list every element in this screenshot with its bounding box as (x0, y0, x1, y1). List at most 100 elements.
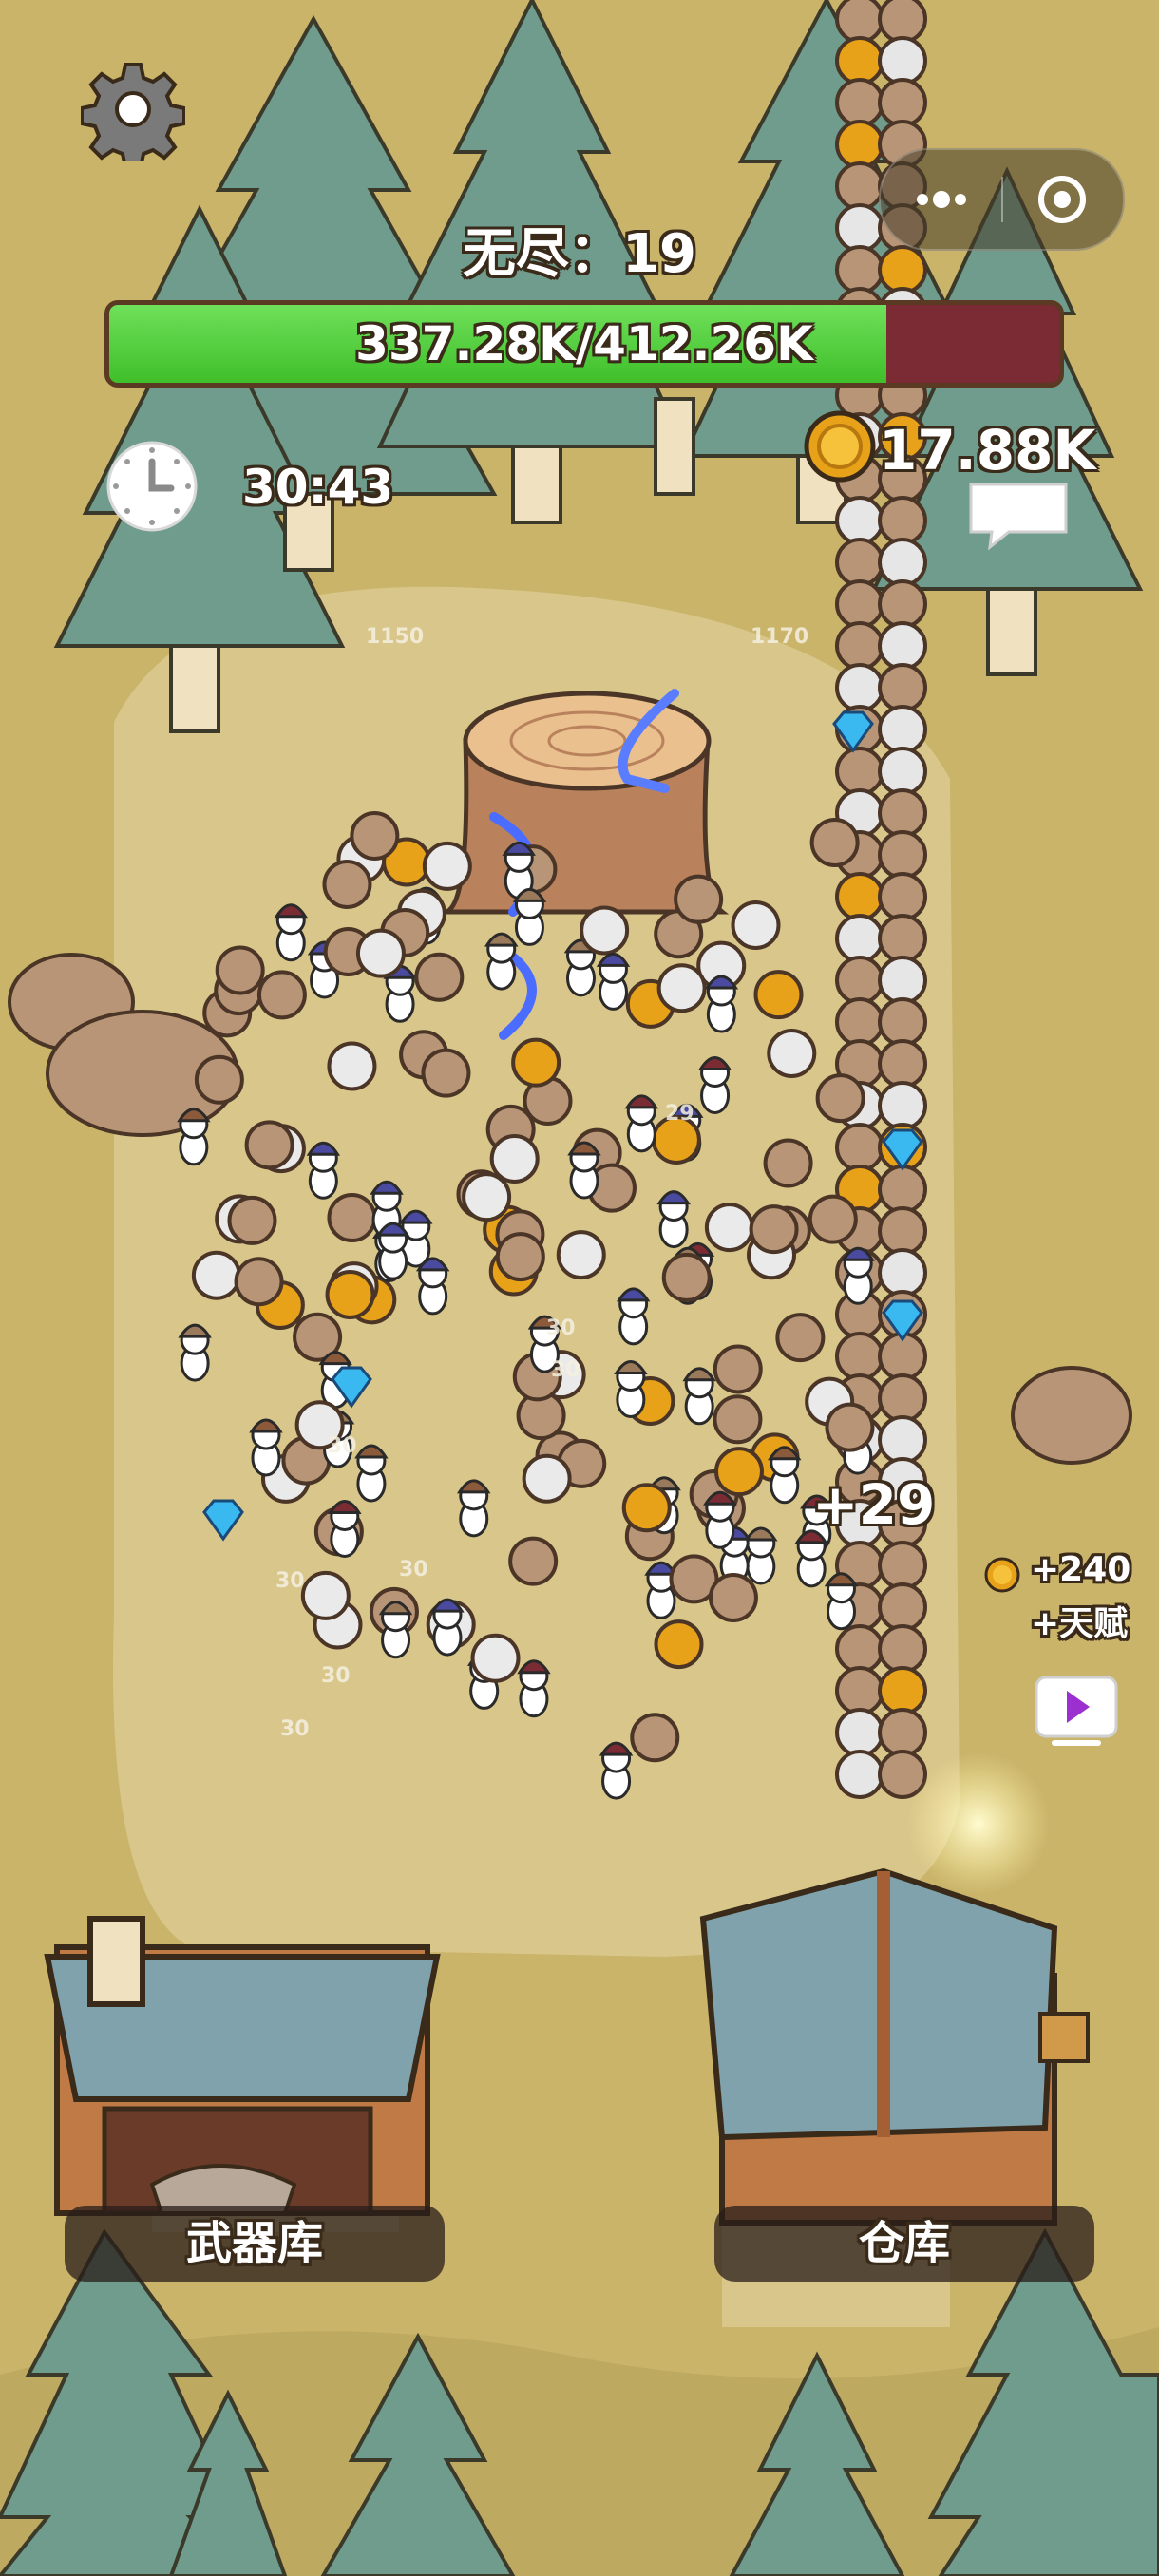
log-token (712, 1394, 763, 1445)
log-token (835, 0, 884, 44)
log-token (191, 1250, 241, 1300)
log-token (835, 872, 884, 921)
lumberjack-character (375, 1222, 410, 1280)
log-token (878, 747, 927, 796)
log-token (878, 1708, 927, 1757)
log-token (713, 1447, 764, 1497)
lumberjack-character (596, 952, 631, 1011)
log-token (355, 928, 406, 978)
log-token (878, 788, 927, 838)
damage-number: 30 (546, 1316, 576, 1340)
lumberjack-character (178, 1323, 212, 1382)
gold-coin-icon (804, 410, 876, 483)
log-token (753, 970, 804, 1020)
watch-video-button[interactable] (1033, 1674, 1120, 1752)
log-token (835, 579, 884, 629)
damage-number: 1150 (366, 625, 425, 649)
log-token (835, 36, 884, 85)
log-token (878, 1541, 927, 1590)
gold-coin-icon (984, 1557, 1020, 1593)
log-token (414, 952, 465, 1002)
lumberjack-character (624, 1094, 659, 1153)
more-dots-icon (917, 191, 966, 208)
log-token (835, 956, 884, 1005)
gear-icon (80, 63, 186, 169)
log-token (775, 1313, 826, 1363)
log-token (194, 1054, 244, 1105)
log-token (878, 1373, 927, 1423)
log-token (878, 830, 927, 880)
log-token (234, 1257, 284, 1307)
log-token (522, 1453, 572, 1504)
log-token (878, 1039, 927, 1089)
log-token (556, 1230, 606, 1280)
close-button[interactable] (1002, 150, 1123, 249)
log-token (835, 120, 884, 169)
reward-amount: +240 (1031, 1550, 1131, 1589)
log-token (835, 78, 884, 127)
coin-count: 17.88K (879, 418, 1096, 483)
log-token (511, 1037, 561, 1088)
log-token (470, 1633, 521, 1683)
log-token (878, 1206, 927, 1256)
log-token (704, 1203, 754, 1253)
boss-hp-bar: 337.28K/412.26K (104, 300, 1064, 388)
log-token (878, 496, 927, 545)
log-token (580, 905, 630, 956)
damage-number: 30 (280, 1717, 310, 1741)
warehouse-button[interactable]: 仓库 (714, 2206, 1094, 2282)
log-token (325, 1269, 375, 1319)
log-token (835, 1750, 884, 1799)
log-token (835, 1332, 884, 1381)
log-token (835, 1666, 884, 1715)
close-target-icon (1038, 176, 1086, 223)
log-token (825, 1402, 875, 1452)
log-token (749, 1204, 799, 1255)
log-token (835, 538, 884, 587)
log-token (878, 0, 927, 44)
lumberjack-character (656, 1190, 691, 1249)
log-token (835, 997, 884, 1047)
armory-button[interactable]: 武器库 (65, 2206, 445, 2282)
lumberjack-character (614, 1360, 648, 1418)
lumberjack-character (598, 1741, 634, 1800)
lumberjack-character (430, 1598, 465, 1657)
lumberjack-character (378, 1601, 413, 1659)
damage-number: 1170 (750, 625, 809, 649)
tree-stump (445, 691, 730, 915)
chat-icon[interactable] (961, 475, 1075, 551)
log-token (878, 621, 927, 671)
log-token (835, 621, 884, 671)
log-token (462, 1172, 512, 1222)
boss-hp-text: 337.28K/412.26K (355, 316, 813, 371)
lumberjack-character (616, 1287, 651, 1346)
glow-effect (907, 1752, 1050, 1895)
log-token (878, 1081, 927, 1130)
lumberjack-character (567, 1141, 601, 1200)
log-token (878, 872, 927, 921)
more-button[interactable] (881, 150, 1001, 249)
lumberjack-character (703, 1490, 737, 1549)
lumberjack-character (457, 1479, 491, 1538)
log-token (327, 1041, 377, 1091)
log-token (878, 579, 927, 629)
log-token (731, 900, 781, 950)
log-token (835, 914, 884, 963)
lumberjack-character (744, 1526, 778, 1585)
lumberjack-character (484, 932, 519, 991)
clock-icon (104, 439, 200, 534)
log-token (256, 970, 307, 1020)
timer-text: 30:43 (242, 460, 394, 515)
damage-number: 30 (276, 1569, 305, 1593)
log-token (630, 1713, 680, 1763)
log-token (422, 841, 472, 891)
lumberjack-character (177, 1108, 211, 1166)
settings-button[interactable] (80, 57, 186, 169)
log-token (763, 1138, 813, 1188)
log-token (621, 1483, 672, 1533)
warehouse-building (699, 1867, 1090, 2226)
log-token (878, 705, 927, 754)
lumberjack-character (354, 1444, 389, 1503)
log-token (835, 161, 884, 211)
damage-number: 30 (399, 1558, 428, 1582)
